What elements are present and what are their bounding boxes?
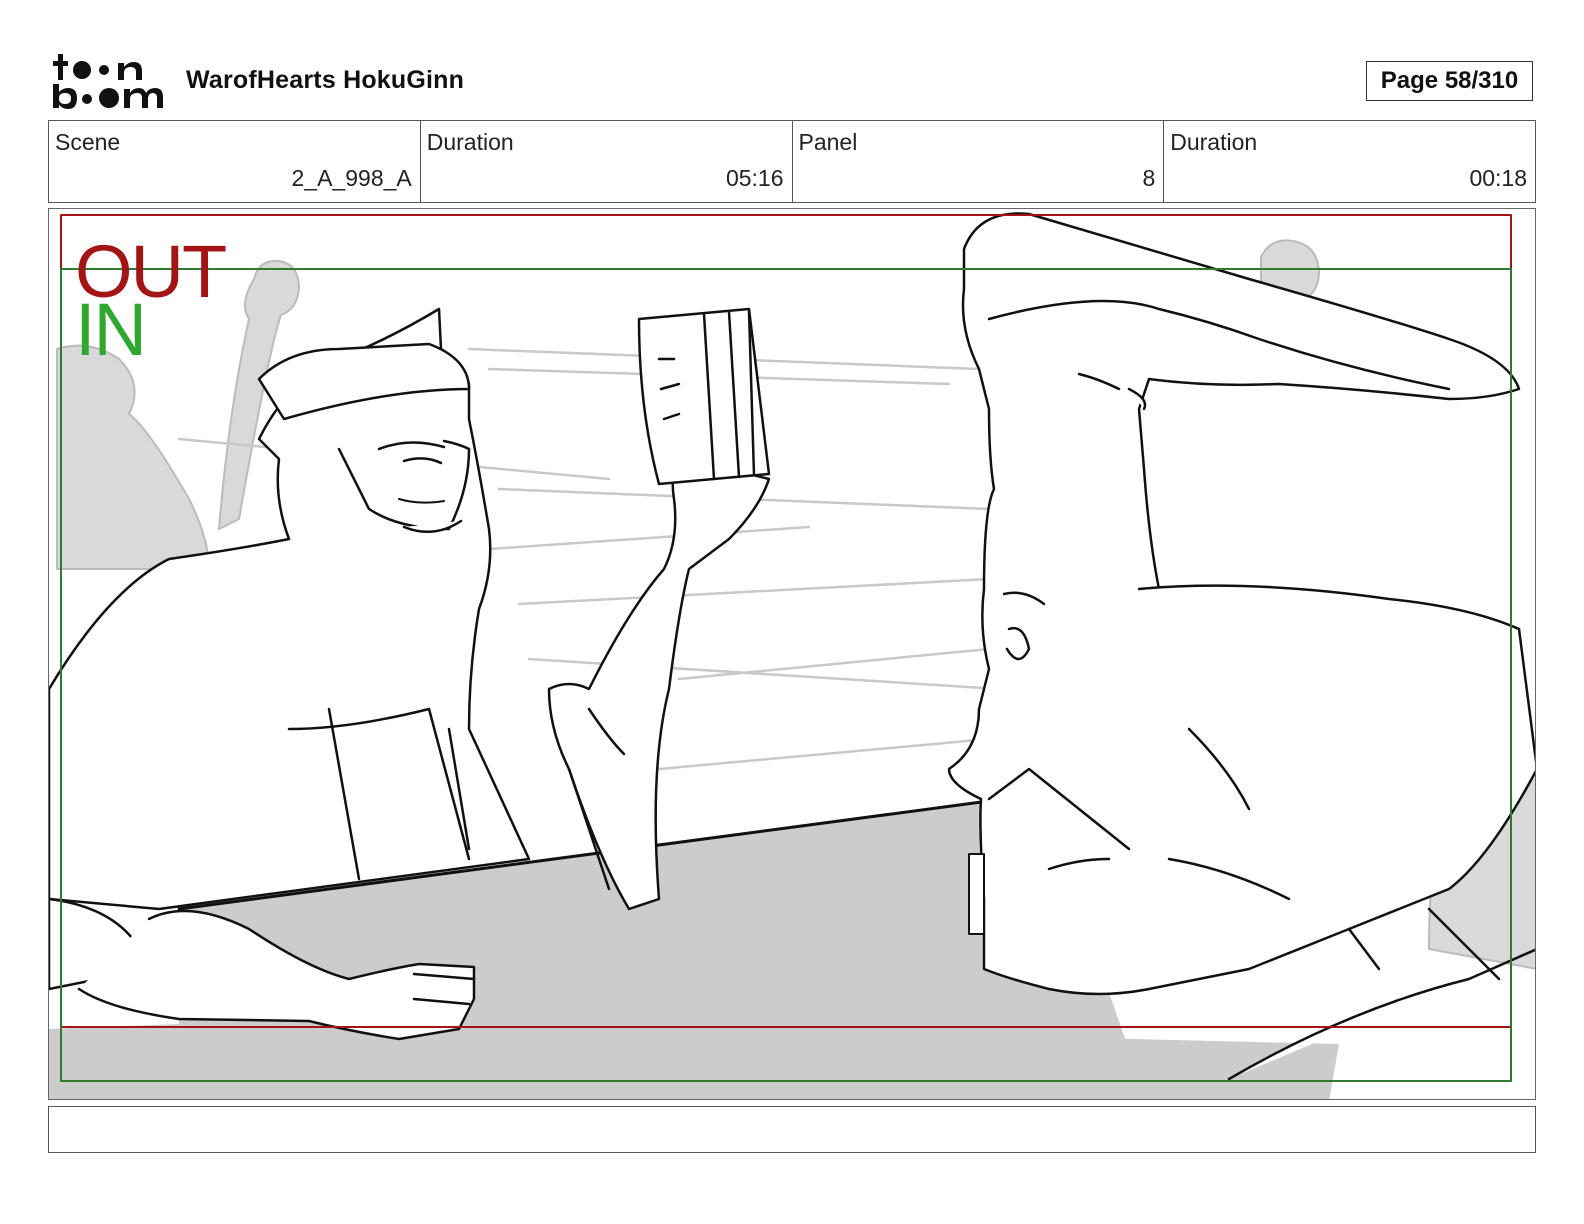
- storyboard-panel: OUT IN: [48, 208, 1536, 1100]
- scene-cell: Scene 2_A_998_A: [49, 121, 421, 202]
- page-number: 58/310: [1444, 67, 1519, 94]
- scene-duration-value: 05:16: [725, 165, 784, 191]
- page-indicator: Page 58/310: [1366, 61, 1533, 101]
- panel-duration-value: 00:18: [1469, 165, 1527, 191]
- in-label: IN: [75, 288, 147, 371]
- scene-info-table: Scene 2_A_998_A Duration 05:16 Panel 8 D…: [48, 120, 1536, 203]
- project-title: WarofHearts HokuGinn: [186, 66, 465, 94]
- dialogue-box: [48, 1106, 1536, 1153]
- scene-duration-cell: Duration 05:16: [421, 121, 793, 202]
- panel-duration-cell: Duration 00:18: [1164, 121, 1535, 202]
- left-character-raised-arm: [547, 307, 771, 911]
- page-label: Page: [1380, 67, 1439, 94]
- scene-value: 2_A_998_A: [291, 165, 412, 191]
- panel-sketch: [49, 212, 1535, 1099]
- scene-label: Scene: [55, 129, 121, 155]
- toon-boom-logo-icon: [53, 54, 163, 109]
- panel-label: Panel: [798, 129, 858, 155]
- panel-duration-label: Duration: [1170, 129, 1258, 155]
- panel-value: 8: [1142, 165, 1156, 191]
- toon-boom-logo: [52, 50, 164, 112]
- scene-duration-label: Duration: [426, 129, 514, 155]
- panel-cell: Panel 8: [793, 121, 1165, 202]
